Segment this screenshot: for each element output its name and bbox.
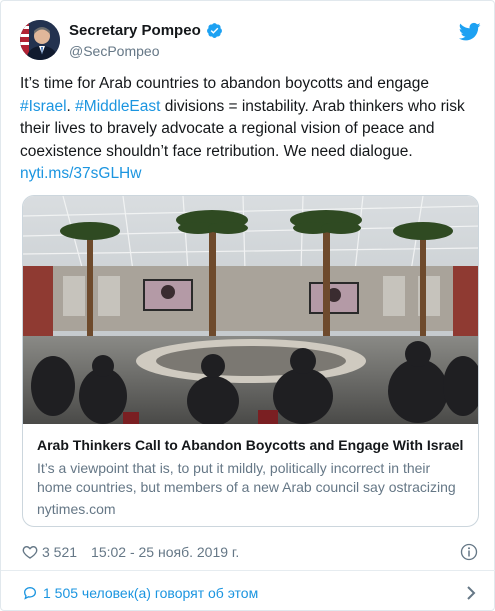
author-name[interactable]: Secretary Pompeo — [69, 22, 201, 39]
divider — [1, 570, 495, 571]
tweet-text-part: . — [66, 97, 76, 115]
hashtag-middleeast-link[interactable]: #MiddleEast — [75, 98, 160, 115]
twitter-bird-icon[interactable] — [459, 22, 481, 42]
article-title[interactable]: Arab Thinkers Call to Abandon Boycotts a… — [37, 437, 469, 453]
verified-badge-icon — [206, 23, 222, 38]
article-domain: nytimes.com — [37, 501, 116, 517]
author-handle[interactable]: @SecPompeo — [69, 43, 159, 59]
article-description: It’s a viewpoint that is, to put it mild… — [37, 460, 456, 495]
hashtag-israel-link[interactable]: #Israel — [20, 98, 67, 115]
article-image[interactable] — [23, 196, 479, 424]
tweet-text-part: It’s time for Arab countries to abandon … — [20, 75, 430, 92]
link-preview-card[interactable]: Arab Thinkers Call to Abandon Boycotts a… — [22, 195, 479, 527]
chevron-right-icon[interactable] — [466, 585, 476, 601]
avatar[interactable] — [20, 20, 60, 60]
like-count[interactable]: 3 521 — [42, 544, 77, 560]
short-url-link[interactable]: nyti.ms/37sGLHw — [20, 165, 141, 182]
tweet-card: Secretary Pompeo @SecPompeo It’s time fo… — [0, 0, 495, 611]
info-icon[interactable] — [460, 543, 478, 561]
conversation-link[interactable]: 1 505 человек(а) говорят об этом — [22, 583, 480, 603]
comment-icon — [23, 586, 37, 600]
tweet-meta-row: 3 521 15:02 - 25 нояб. 2019 г. — [22, 542, 480, 562]
author-row: Secretary Pompeo — [69, 22, 223, 39]
tweet-timestamp[interactable]: 15:02 - 25 нояб. 2019 г. — [91, 544, 239, 560]
tweet-text: It’s time for Arab countries to abandon … — [20, 73, 482, 186]
conversation-label[interactable]: 1 505 человек(а) говорят об этом — [43, 585, 258, 601]
heart-icon[interactable] — [22, 544, 38, 560]
